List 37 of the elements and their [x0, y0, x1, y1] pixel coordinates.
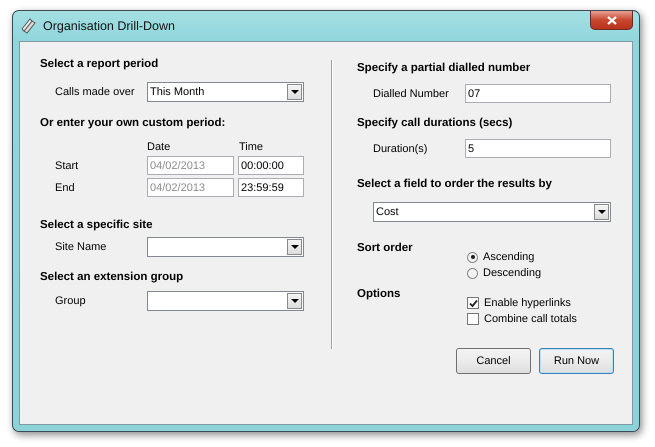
- field-label: Group: [54, 295, 87, 307]
- section-heading: Select a report period: [40, 58, 160, 70]
- section-heading: Options: [357, 288, 402, 302]
- section-heading: Specify a partial dialled number: [357, 62, 532, 74]
- section-heading: Or enter your own custom period:: [40, 117, 226, 129]
- radio-option[interactable]: Descending: [467, 267, 542, 279]
- time-field[interactable]: 00:00:00: [238, 156, 304, 175]
- checkmark-icon: [468, 298, 478, 308]
- checkbox-option[interactable]: Combine call totals: [467, 313, 577, 325]
- time-field[interactable]: 23:59:59: [238, 178, 304, 197]
- dialog-button[interactable]: Cancel: [456, 348, 531, 374]
- field-label: Site Name: [54, 241, 108, 253]
- column-header: Date: [147, 141, 172, 153]
- group-dropdown[interactable]: [147, 291, 304, 311]
- duration-field[interactable]: 5: [465, 139, 611, 158]
- field-label: Duration(s): [372, 142, 428, 154]
- section-heading: Sort order: [357, 242, 414, 256]
- dialog-button[interactable]: Run Now: [539, 348, 614, 374]
- field-label: Dialled Number: [372, 88, 450, 100]
- window-title: Organisation Drill-Down: [43, 19, 175, 33]
- pen-icon: [21, 18, 37, 34]
- dialled-number-field[interactable]: 07: [465, 84, 611, 103]
- field-label: Start: [54, 160, 80, 172]
- field-label: Calls made over: [54, 86, 136, 98]
- site-dropdown[interactable]: [147, 237, 304, 257]
- section-heading: Specify call durations (secs): [357, 117, 514, 129]
- order-by-dropdown[interactable]: Cost: [373, 202, 611, 222]
- section-heading: Select an extension group: [40, 271, 184, 283]
- radio-option[interactable]: Ascending: [467, 251, 542, 263]
- column-header: Time: [239, 141, 264, 153]
- checkbox-option[interactable]: Enable hyperlinks: [467, 297, 577, 309]
- field-label: End: [54, 182, 76, 194]
- close-button[interactable]: [590, 11, 633, 30]
- section-heading: Select a specific site: [40, 219, 154, 231]
- section-heading: Select a field to order the results by: [357, 178, 553, 190]
- period-dropdown[interactable]: This Month: [147, 82, 304, 102]
- close-icon: [606, 16, 616, 24]
